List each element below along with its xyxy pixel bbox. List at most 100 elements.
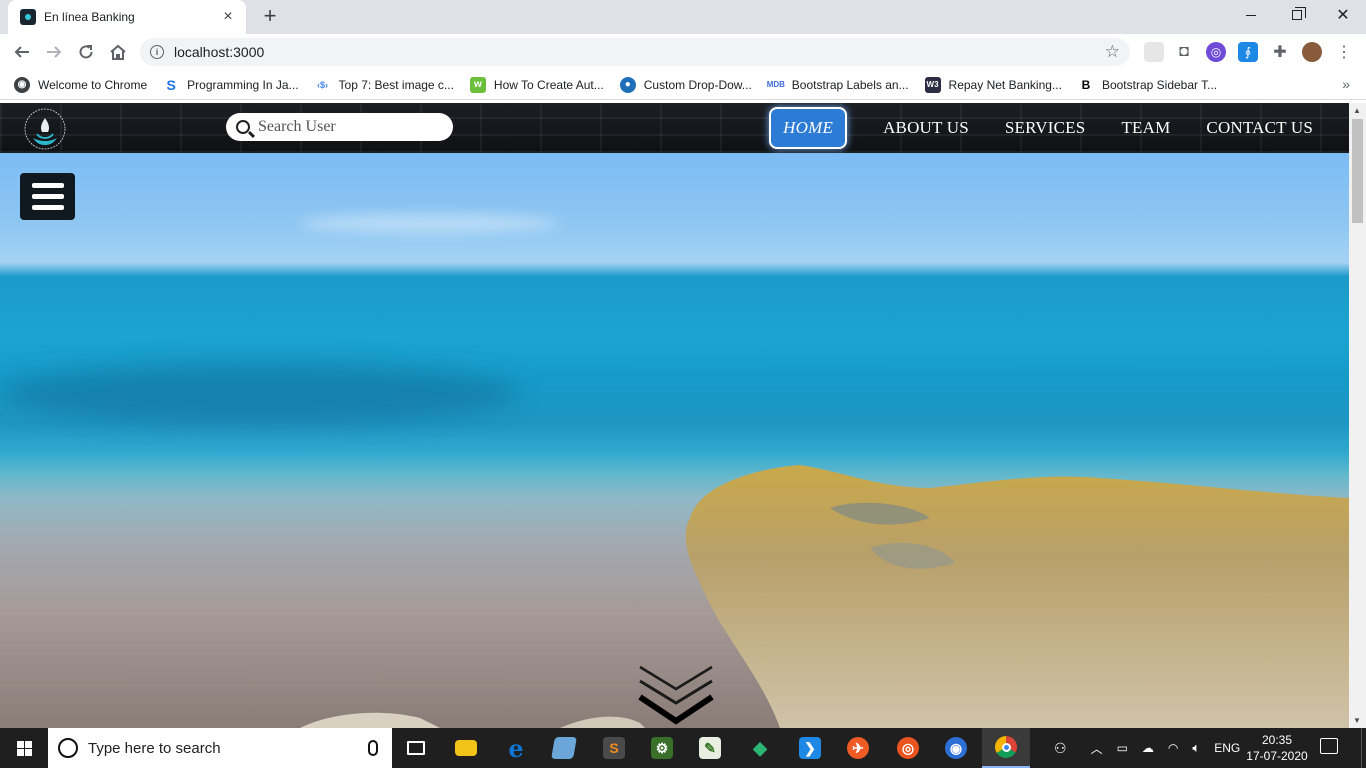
taskbar-clock[interactable]: 20:35 17-07-2020 [1246,730,1308,766]
taskbar-app-notepadpp[interactable]: ✎ [686,728,734,768]
edge-icon: e [508,733,524,763]
scroll-up-arrow-icon[interactable]: ▲ [1353,106,1361,115]
extensions-puzzle-icon[interactable]: ✚ [1270,42,1290,62]
bookmark-item[interactable]: ● Custom Drop-Dow... [619,76,752,93]
taskbar-app-edge[interactable]: e [492,728,540,768]
browser-tab[interactable]: En línea Banking × [8,0,246,34]
notepadpp-icon: ✎ [699,737,721,759]
nav-team-link[interactable]: TEAM [1121,118,1170,138]
firefox-icon: ◉ [945,737,967,759]
taskbar-search-text: Type here to search [88,739,221,757]
people-icon[interactable]: ⚇ [1054,740,1067,757]
nav-home-link[interactable]: HOME [769,107,848,149]
browser-toolbar: i localhost:3000 ☆ ◘ ◎ ∮ ✚ ⋮ [0,34,1366,70]
taskbar-app-chrome[interactable] [982,728,1030,768]
profile-avatar[interactable] [1302,42,1322,62]
taskbar-app-tool[interactable]: ⚙ [638,728,686,768]
address-bar[interactable]: i localhost:3000 ☆ [140,38,1130,66]
extension-purple-icon[interactable]: ◎ [1206,42,1226,62]
bank-logo[interactable] [18,106,72,152]
bookmark-label: Bootstrap Sidebar T... [1101,77,1218,92]
nav-about-link[interactable]: ABOUT US [883,118,969,138]
hamburger-line [31,183,64,188]
bookmark-label: Bootstrap Labels an... [791,77,909,92]
site-favicon-icon [20,9,36,25]
taskbar-app-postman[interactable]: ✈ [834,728,882,768]
bookmark-item[interactable]: w How To Create Aut... [469,76,604,93]
taskbar-app-file-explorer[interactable] [442,728,490,768]
postman-icon: ✈ [847,737,869,759]
forward-arrow-icon [47,46,62,58]
start-button[interactable] [0,728,48,768]
battery-icon[interactable]: ▭ [1117,741,1128,755]
scroll-down-arrow-icon[interactable]: ▼ [1353,716,1361,725]
microphone-icon[interactable] [368,740,378,756]
task-view-button[interactable] [392,728,440,768]
taskbar-search-box[interactable]: Type here to search [48,728,392,768]
bookmarks-overflow-button[interactable]: » [1342,76,1350,92]
bookmark-label: Welcome to Chrome [38,77,148,92]
language-indicator[interactable]: ENG [1214,741,1240,755]
extension-grid-icon[interactable] [1144,42,1164,62]
file-explorer-icon [455,740,477,756]
taskbar-app-ubuntu[interactable]: ◎ [884,728,932,768]
back-arrow-icon [14,46,29,58]
bookmark-label: How To Create Aut... [493,77,604,92]
tab-title: En línea Banking [44,10,135,24]
page-scrollbar[interactable]: ▲ ▼ [1349,103,1366,728]
action-center-icon[interactable] [1320,738,1338,754]
show-desktop-button[interactable] [1361,728,1366,768]
bookmark-icon: ‹$› [317,79,329,90]
bookmark-star-icon[interactable]: ☆ [1105,42,1120,62]
taskbar-app-sublime[interactable]: S [590,728,638,768]
reload-button[interactable] [74,40,98,64]
tab-close-icon[interactable]: × [220,9,236,25]
scroll-down-chevron-icon[interactable] [638,663,714,728]
taskbar-app-gitkraken[interactable]: ◆ [736,728,784,768]
extension-blue-icon[interactable]: ∮ [1238,42,1258,62]
nav-services-link[interactable]: SERVICES [1005,118,1086,138]
task-view-icon [407,741,425,755]
bookmark-item[interactable]: ◉ Welcome to Chrome [14,76,148,93]
coastal-rocks-image [300,465,1349,728]
sidebar-menu-button[interactable] [20,173,75,220]
bookmark-item[interactable]: MDB Bootstrap Labels an... [767,77,909,93]
new-tab-button[interactable]: + [258,5,282,29]
cortana-icon [58,738,78,758]
cloud-icon[interactable]: ☁ [1142,741,1154,755]
taskbar-app-notepad[interactable] [540,728,588,768]
bookmark-item[interactable]: ‹$› Top 7: Best image c... [315,77,454,93]
wifi-icon[interactable]: ◠ [1168,741,1178,755]
taskbar-app-firefox[interactable]: ◉ [932,728,980,768]
forward-button[interactable] [42,40,66,64]
user-search-input[interactable] [258,118,438,136]
search-icon [236,120,250,134]
bookmark-item[interactable]: S Programming In Ja... [163,77,298,93]
bookmark-icon: B [1081,77,1091,92]
user-search-box[interactable] [226,113,453,141]
nav-contact-link[interactable]: CONTACT US [1206,118,1313,138]
site-info-icon[interactable]: i [150,45,164,59]
bookmark-item[interactable]: W3 Repay Net Banking... [924,76,1062,93]
scrollbar-thumb[interactable] [1352,119,1363,223]
home-button[interactable] [106,40,130,64]
bookmark-item[interactable]: B Bootstrap Sidebar T... [1078,77,1218,93]
taskbar-app-vscode[interactable]: ❯ [786,728,834,768]
site-navbar: HOME ABOUT US SERVICES TEAM CONTACT US [0,103,1349,153]
back-button[interactable] [10,40,34,64]
browser-menu-icon[interactable]: ⋮ [1334,42,1354,62]
tray-overflow-chevron-up-icon[interactable]: ︿ [1091,740,1103,757]
restore-button[interactable] [1274,0,1320,30]
camera-icon[interactable]: ◘ [1174,42,1194,62]
bookmarks-bar: ◉ Welcome to Chrome S Programming In Ja.… [0,70,1366,100]
bookmark-label: Repay Net Banking... [948,77,1062,92]
bookmark-icon: w [469,76,486,93]
app-gear-icon: ⚙ [651,737,673,759]
clock-date: 17-07-2020 [1246,749,1308,763]
window-close-button[interactable]: ✕ [1320,0,1366,30]
minimize-button[interactable] [1228,0,1274,30]
volume-icon[interactable]: 🔈︎ [1192,740,1200,756]
page-viewport: HOME ABOUT US SERVICES TEAM CONTACT US [0,103,1349,728]
vscode-icon: ❯ [799,737,821,759]
bookmark-icon: S [166,76,176,93]
